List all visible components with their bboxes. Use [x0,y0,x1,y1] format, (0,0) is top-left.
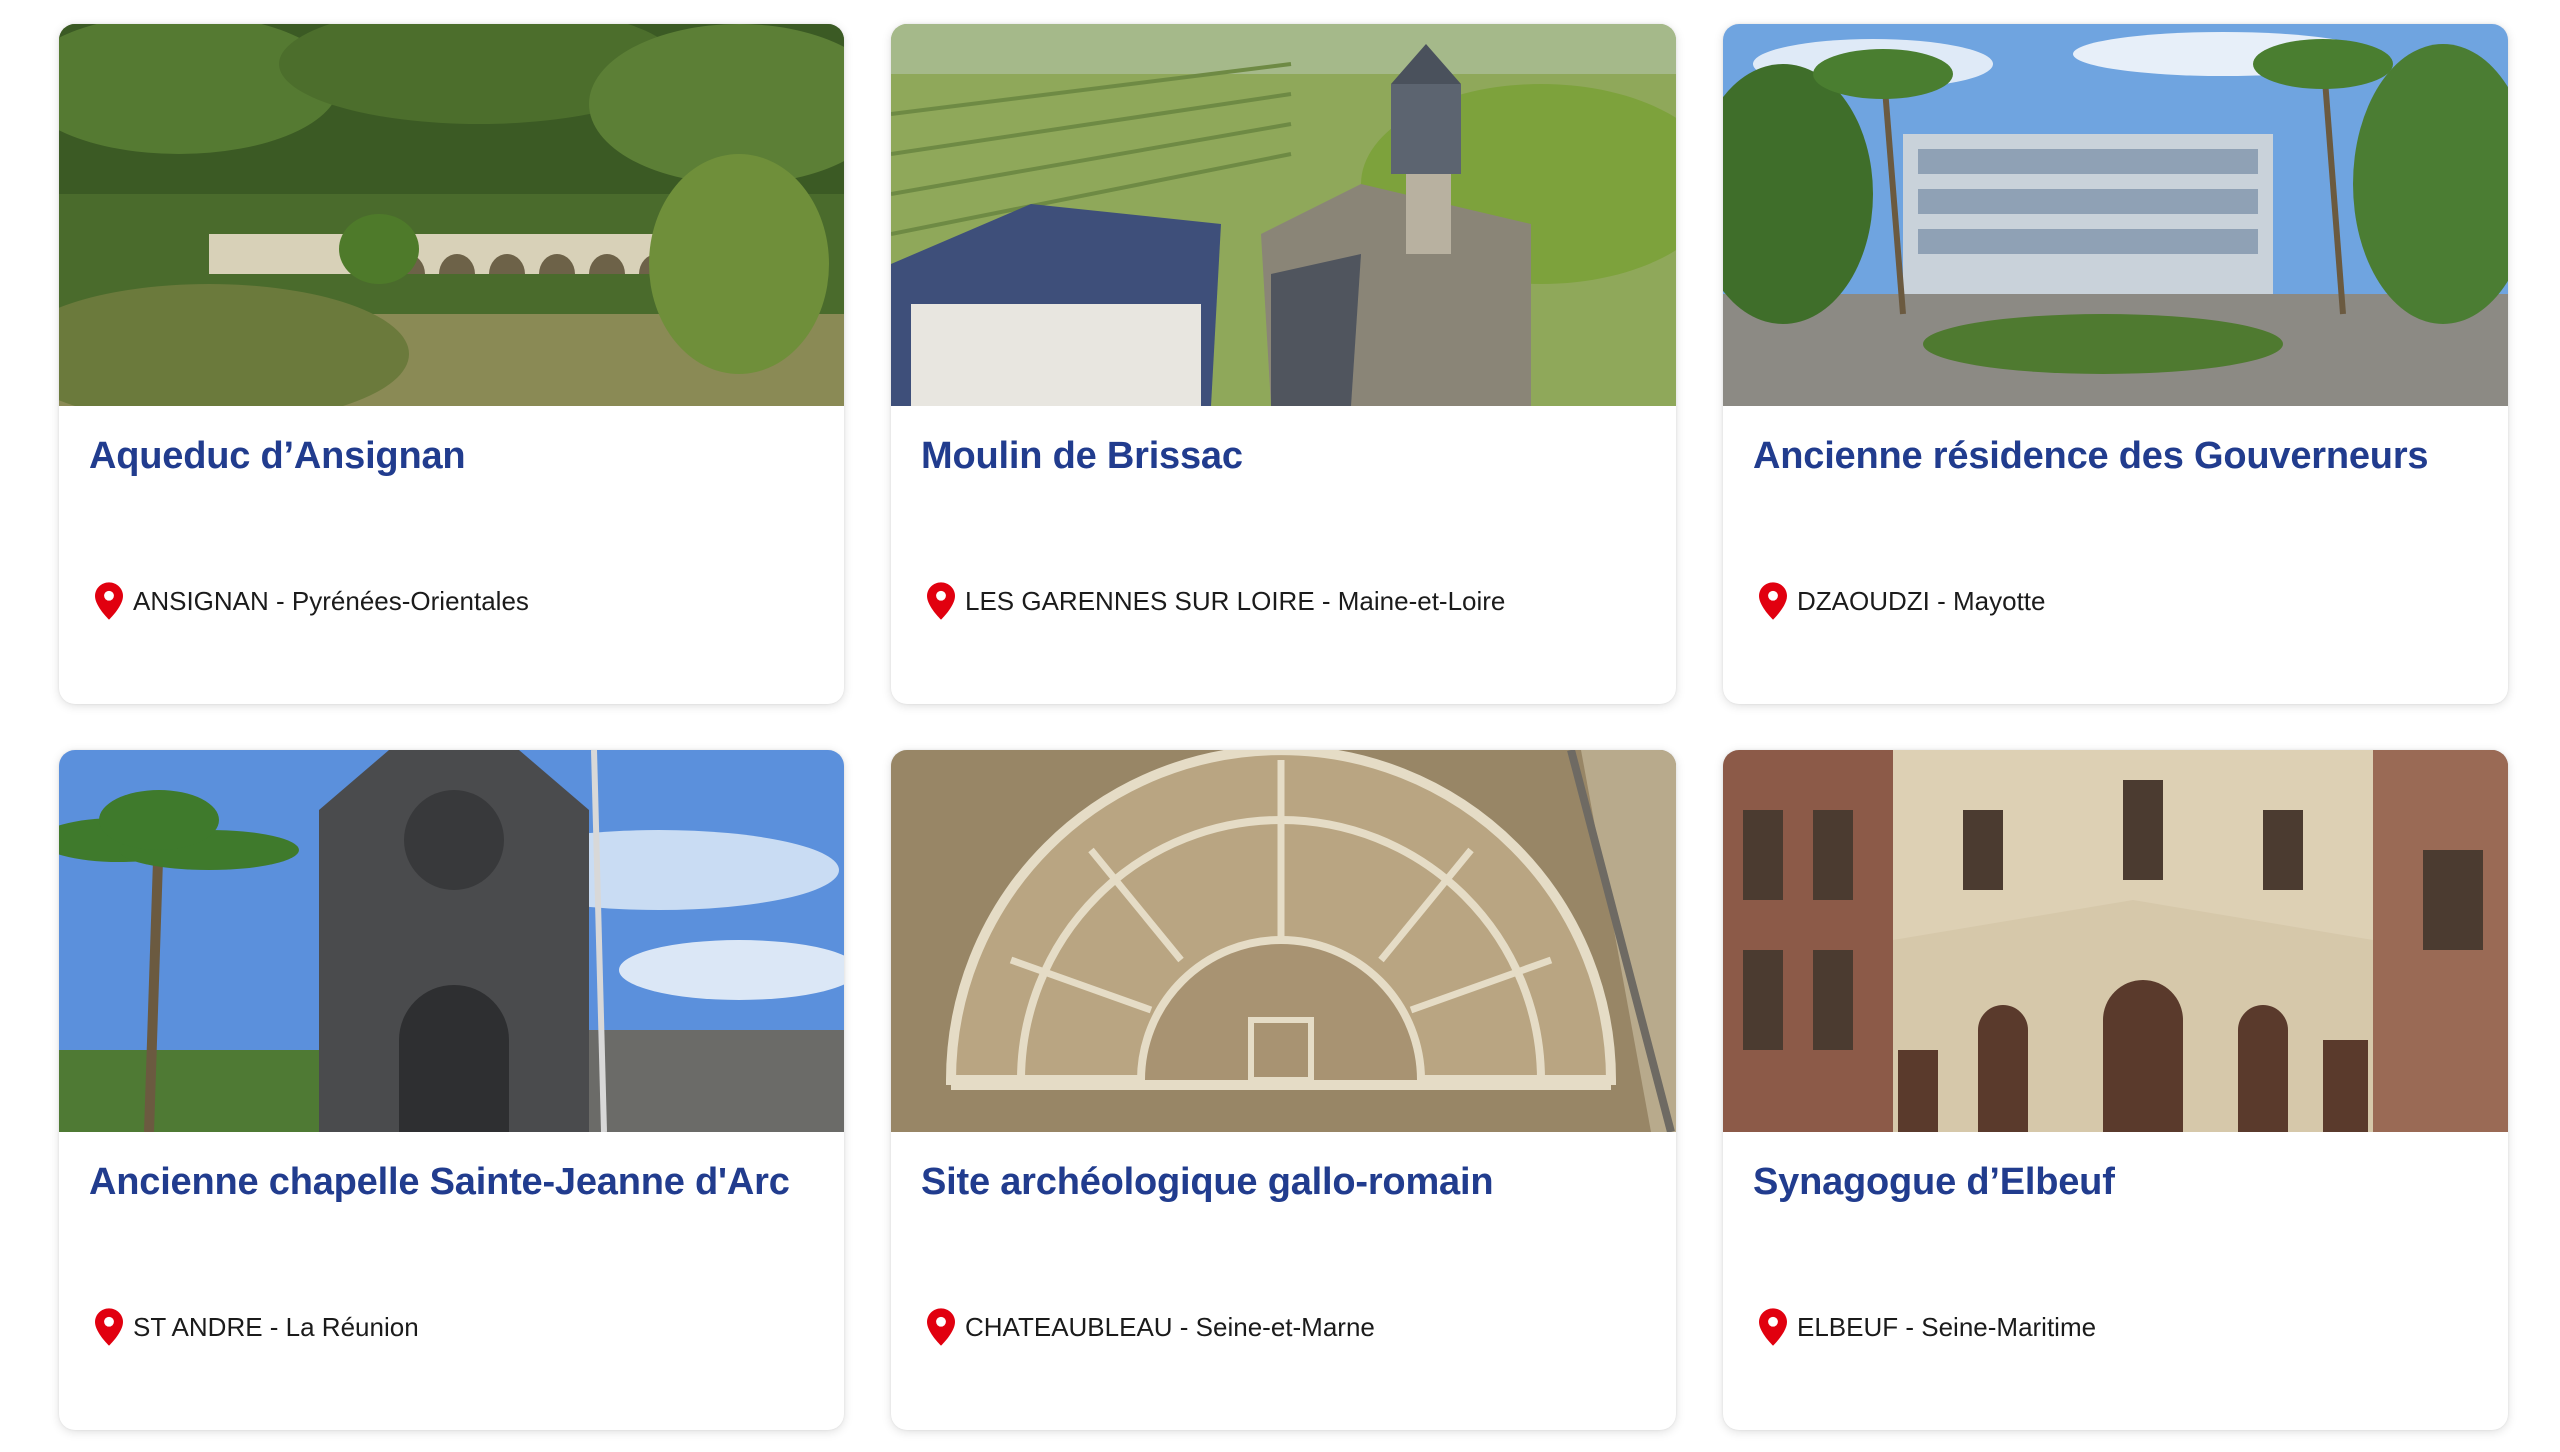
location-text: ST ANDRE - La Réunion [133,1311,419,1342]
location-text: ANSIGNAN - Pyrénées-Orientales [133,585,529,616]
site-card[interactable]: Ancienne résidence des Gouverneurs DZAOU… [1723,24,2508,704]
site-card[interactable]: Moulin de Brissac LES GARENNES SUR LOIRE… [891,24,1676,704]
site-card[interactable]: Site archéologique gallo-romain CHATEAUB… [891,750,1676,1430]
site-title[interactable]: Synagogue d’Elbeuf [1753,1152,2483,1213]
governor-residence-photo[interactable] [1723,24,2508,406]
synagogue-photo[interactable] [1723,750,2508,1132]
site-location: ANSIGNAN - Pyrénées-Orientales [95,582,529,620]
map-pin-icon [927,1308,955,1346]
location-text: LES GARENNES SUR LOIRE - Maine-et-Loire [965,585,1506,616]
heritage-site-grid: Aqueduc d’Ansignan ANSIGNAN - Pyrénées-O… [59,24,2509,1430]
map-pin-icon [95,1308,123,1346]
map-pin-icon [95,582,123,620]
archaeological-site-photo[interactable] [891,750,1676,1132]
map-pin-icon [1759,582,1787,620]
site-title[interactable]: Moulin de Brissac [921,426,1651,487]
site-card[interactable]: Aqueduc d’Ansignan ANSIGNAN - Pyrénées-O… [59,24,844,704]
windmill-photo[interactable] [891,24,1676,406]
site-location: CHATEAUBLEAU - Seine-et-Marne [927,1308,1375,1346]
site-title[interactable]: Aqueduc d’Ansignan [89,426,819,487]
site-card[interactable]: Ancienne chapelle Sainte-Jeanne d'Arc ST… [59,750,844,1430]
location-text: CHATEAUBLEAU - Seine-et-Marne [965,1311,1375,1342]
site-title[interactable]: Ancienne résidence des Gouverneurs [1753,426,2483,487]
location-text: ELBEUF - Seine-Maritime [1797,1311,2097,1342]
location-text: DZAOUDZI - Mayotte [1797,585,2046,616]
chapel-photo[interactable] [59,750,844,1132]
map-pin-icon [927,582,955,620]
site-location: DZAOUDZI - Mayotte [1759,582,2045,620]
aqueduct-photo[interactable] [59,24,844,406]
site-title[interactable]: Site archéologique gallo-romain [921,1152,1651,1213]
site-title[interactable]: Ancienne chapelle Sainte-Jeanne d'Arc [89,1152,819,1213]
site-card[interactable]: Synagogue d’Elbeuf ELBEUF - Seine-Mariti… [1723,750,2508,1430]
site-location: LES GARENNES SUR LOIRE - Maine-et-Loire [927,582,1505,620]
site-location: ST ANDRE - La Réunion [95,1308,419,1346]
site-location: ELBEUF - Seine-Maritime [1759,1308,2096,1346]
map-pin-icon [1759,1308,1787,1346]
